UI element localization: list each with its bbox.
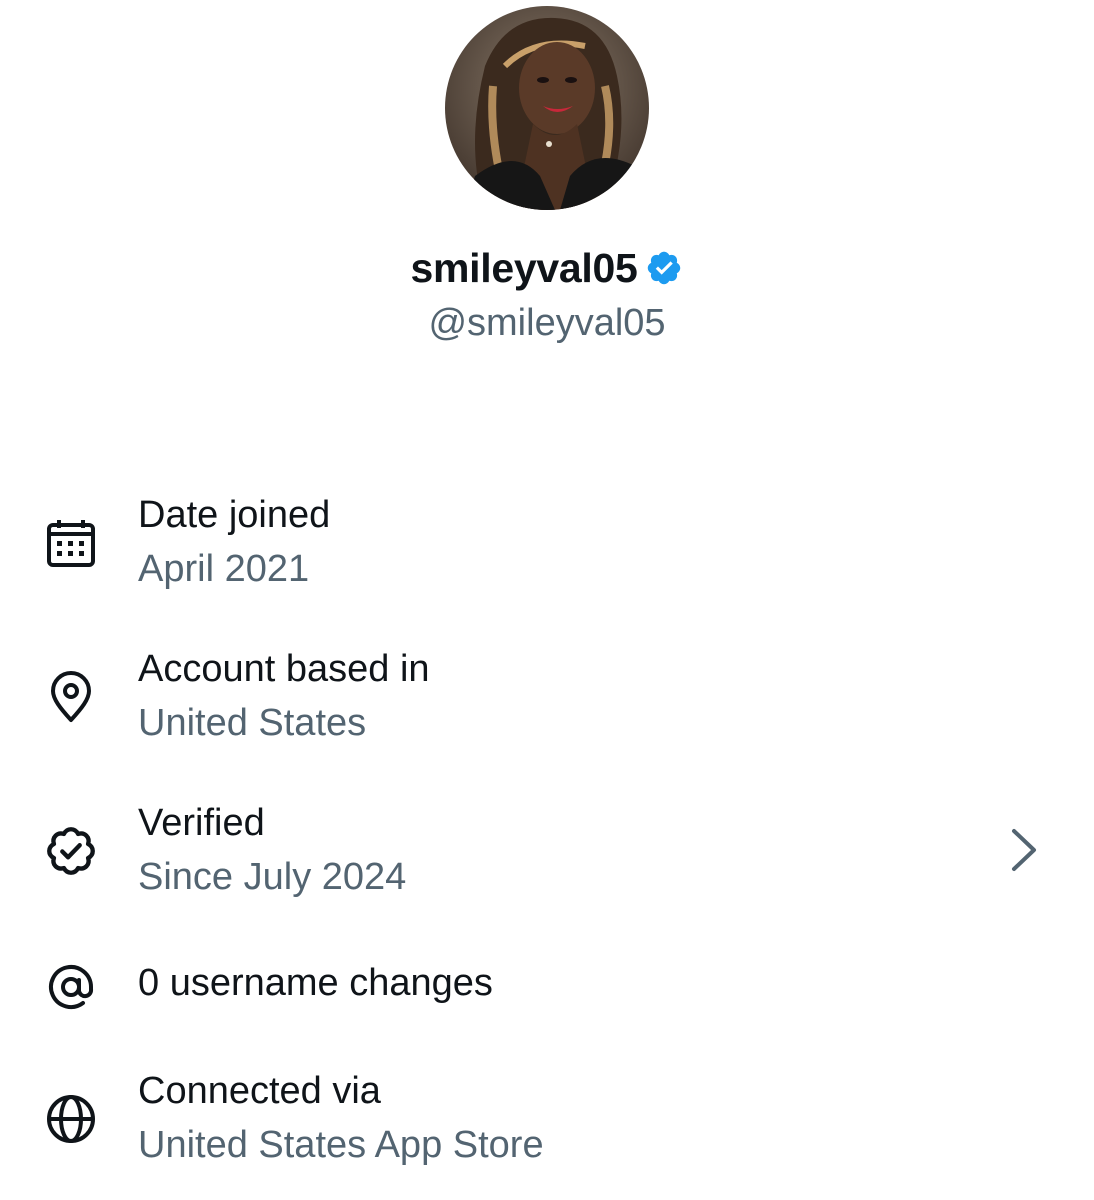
globe-icon bbox=[42, 1090, 100, 1148]
username-changes-label: 0 username changes bbox=[138, 962, 493, 1004]
verified-since-value: Since July 2024 bbox=[138, 856, 407, 898]
display-name: smileyval05 bbox=[410, 245, 638, 291]
date-joined-value: April 2021 bbox=[138, 548, 310, 590]
connected-via-value: United States App Store bbox=[138, 1124, 544, 1166]
account-location-value: United States bbox=[138, 702, 367, 744]
chevron-right-icon[interactable] bbox=[1004, 825, 1044, 875]
at-sign-icon bbox=[42, 958, 100, 1016]
calendar-icon bbox=[42, 516, 100, 574]
profile-avatar[interactable] bbox=[445, 6, 649, 210]
verified-badge-icon bbox=[42, 822, 100, 880]
location-pin-icon bbox=[42, 668, 100, 726]
username-handle: @smileyval05 bbox=[428, 302, 666, 344]
verified-badge-icon[interactable] bbox=[645, 249, 683, 287]
avatar-photo bbox=[445, 6, 649, 210]
display-name-row: smileyval05 bbox=[0, 244, 1094, 292]
account-location-label: Account based in bbox=[138, 648, 430, 690]
date-joined-label: Date joined bbox=[138, 494, 331, 536]
connected-via-label: Connected via bbox=[138, 1070, 381, 1112]
verified-label: Verified bbox=[138, 802, 265, 844]
